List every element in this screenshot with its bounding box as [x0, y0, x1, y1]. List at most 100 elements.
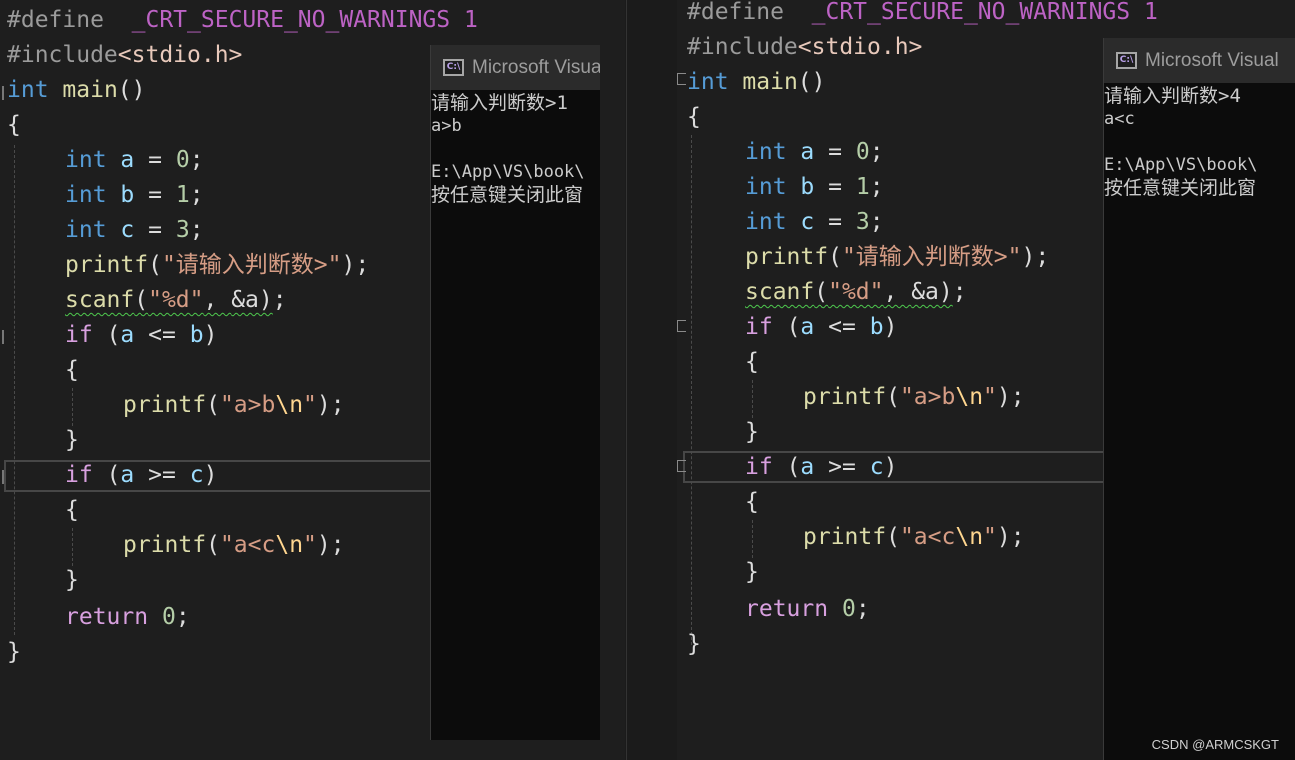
console-title: Microsoft Visual	[1145, 49, 1279, 71]
main-signature-line[interactable]: int main()	[7, 75, 146, 105]
close-brace-line[interactable]: }	[687, 629, 701, 659]
close-brace: }	[7, 639, 21, 665]
function-call: printf	[803, 384, 887, 410]
decl-c-line[interactable]: int c = 3;	[745, 207, 884, 237]
operator: <=	[148, 322, 176, 348]
indent-guide	[691, 135, 692, 645]
open-brace-line[interactable]: {	[7, 110, 21, 140]
type-keyword: int	[65, 217, 107, 243]
operator: =	[828, 139, 842, 165]
string-quote: "	[983, 384, 997, 410]
define-line[interactable]: #define _CRT_SECURE_NO_WARNINGS 1	[687, 0, 1158, 27]
fold-marker[interactable]	[677, 73, 686, 85]
decl-b-line[interactable]: int b = 1;	[65, 180, 204, 210]
if-second-open-brace[interactable]: {	[65, 495, 79, 525]
printf-prompt-line[interactable]: printf("请输入判断数>");	[745, 242, 1049, 272]
indent-guide	[72, 528, 73, 566]
if-first-line[interactable]: if (a <= b)	[65, 320, 217, 350]
warning-squiggle[interactable]: scanf("%d", &a)	[745, 279, 953, 305]
if-second-close-brace[interactable]: }	[745, 557, 759, 587]
if-first-open-brace[interactable]: {	[65, 355, 79, 385]
scanf-line[interactable]: scanf("%d", &a);	[65, 285, 287, 315]
debug-console-window[interactable]: C:\ Microsoft Visual 请输入判断数>4 a<c E:\App…	[1103, 38, 1295, 760]
semicolon: ;	[189, 147, 204, 173]
function-call: scanf	[65, 287, 135, 313]
fold-marker[interactable]	[677, 460, 686, 472]
string-literal: "%d"	[828, 279, 884, 305]
if-first-line[interactable]: if (a <= b)	[745, 312, 897, 342]
macro-name: _CRT_SECURE_NO_WARNINGS	[811, 0, 1131, 25]
printf-a-gt-b-line[interactable]: printf("a>b\n");	[803, 382, 1025, 412]
if-second-line[interactable]: if (a >= c)	[745, 452, 897, 482]
return-type: int	[687, 69, 729, 95]
decl-c-line[interactable]: int c = 3;	[65, 215, 204, 245]
printf-a-lt-c-line[interactable]: printf("a<c\n");	[123, 530, 345, 560]
close-brace: }	[745, 419, 759, 445]
if-first-open-brace[interactable]: {	[745, 347, 759, 377]
console-output: 请输入判断数>4 a<c E:\App\VS\book\ 按任意键关闭此窗	[1104, 83, 1295, 200]
debug-console-window[interactable]: C:\ Microsoft Visual 请输入判断数>1 a>b E:\App…	[430, 45, 600, 740]
function-call: scanf	[745, 279, 815, 305]
escape-sequence: \n	[955, 384, 984, 410]
if-first-close-brace[interactable]: }	[745, 417, 759, 447]
variable: a	[120, 462, 135, 488]
decl-a-line[interactable]: int a = 0;	[745, 137, 884, 167]
printf-a-gt-b-line[interactable]: printf("a>b\n");	[123, 390, 345, 420]
function-call: printf	[65, 252, 149, 278]
include-line[interactable]: #include<stdio.h>	[7, 40, 242, 70]
open-brace-line[interactable]: {	[687, 102, 701, 132]
fold-marker[interactable]	[677, 320, 686, 332]
string-literal: "a>b	[219, 392, 276, 418]
if-second-close-brace[interactable]: }	[65, 565, 79, 595]
printf-a-lt-c-line[interactable]: printf("a<c\n");	[803, 522, 1025, 552]
control-keyword: if	[65, 322, 93, 348]
preprocessor-keyword: #define	[687, 0, 784, 25]
decl-b-line[interactable]: int b = 1;	[745, 172, 884, 202]
string-literal: "a<c	[899, 524, 956, 550]
include-line[interactable]: #include<stdio.h>	[687, 32, 922, 62]
close-brace-line[interactable]: }	[7, 637, 21, 667]
macro-value: 1	[464, 7, 478, 33]
return-line[interactable]: return 0;	[65, 602, 190, 632]
variable: b	[120, 182, 135, 208]
variable: c	[189, 462, 204, 488]
variable: c	[800, 209, 815, 235]
console-line: a<c	[1104, 109, 1135, 129]
number-literal: 3	[855, 209, 870, 235]
return-type: int	[7, 77, 49, 103]
pane-separator	[625, 0, 677, 760]
if-second-open-brace[interactable]: {	[745, 487, 759, 517]
console-title-bar[interactable]: C:\ Microsoft Visual	[431, 45, 600, 90]
function-call: printf	[123, 392, 207, 418]
variable: b	[869, 314, 884, 340]
macro-name: _CRT_SECURE_NO_WARNINGS	[131, 7, 451, 33]
control-keyword: if	[745, 314, 773, 340]
argument: &a	[911, 279, 939, 305]
semicolon: ;	[855, 596, 870, 622]
console-title-bar[interactable]: C:\ Microsoft Visual	[1104, 38, 1295, 83]
return-line[interactable]: return 0;	[745, 594, 870, 624]
printf-prompt-line[interactable]: printf("请输入判断数>");	[65, 250, 369, 280]
operator: =	[148, 182, 162, 208]
close-brace: }	[745, 559, 759, 585]
code-editor-left[interactable]: #define _CRT_SECURE_NO_WARNINGS 1 #inclu…	[0, 0, 625, 760]
main-signature-line[interactable]: int main()	[687, 67, 826, 97]
include-header: <stdio.h>	[797, 34, 923, 60]
indent-guide	[14, 145, 15, 635]
code-editor-right[interactable]: #define _CRT_SECURE_NO_WARNINGS 1 #inclu…	[677, 0, 1295, 760]
string-literal: "%d"	[148, 287, 204, 313]
close-brace: }	[687, 631, 701, 657]
semicolon: ;	[869, 174, 884, 200]
number-literal: 1	[175, 182, 190, 208]
include-header: <stdio.h>	[117, 42, 243, 68]
scanf-line[interactable]: scanf("%d", &a);	[745, 277, 967, 307]
fold-indicator	[2, 470, 4, 484]
fold-indicator	[2, 86, 4, 100]
console-line: 请输入判断数>1	[431, 92, 568, 114]
decl-a-line[interactable]: int a = 0;	[65, 145, 204, 175]
string-literal: "a>b	[899, 384, 956, 410]
if-second-line[interactable]: if (a >= c)	[65, 460, 217, 490]
warning-squiggle[interactable]: scanf("%d", &a)	[65, 287, 273, 313]
if-first-close-brace[interactable]: }	[65, 425, 79, 455]
define-line[interactable]: #define _CRT_SECURE_NO_WARNINGS 1	[7, 5, 478, 35]
